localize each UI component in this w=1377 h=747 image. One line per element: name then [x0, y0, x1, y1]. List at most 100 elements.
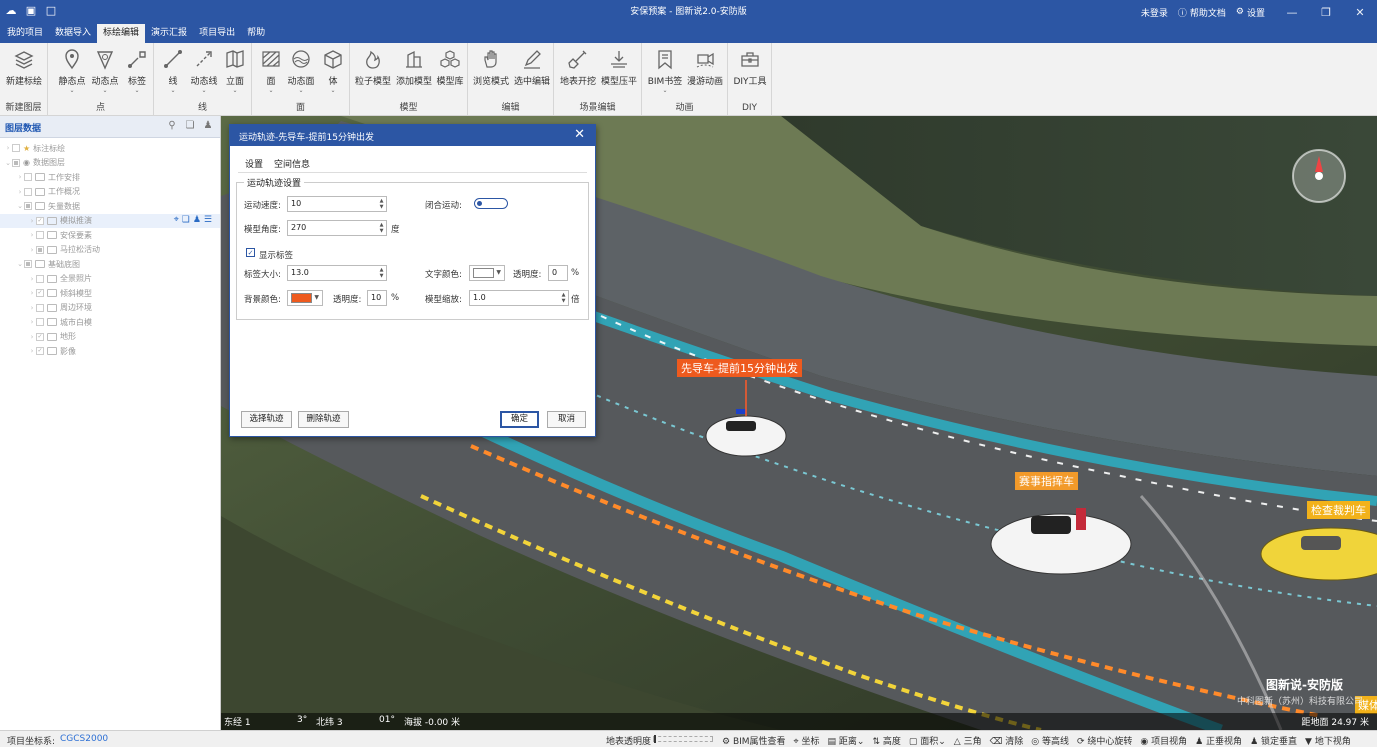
folder-icon	[35, 173, 45, 182]
menu-project-export[interactable]: 项目导出	[193, 24, 241, 43]
close-window-button[interactable]: ✕	[1343, 6, 1377, 19]
user-layer-icon[interactable]: ♟	[193, 215, 201, 225]
layers-icon	[14, 51, 34, 69]
tree-item[interactable]: › ✓ 地形	[0, 330, 220, 345]
show-label-checkbox[interactable]: ✓	[246, 248, 255, 257]
delete-track-button[interactable]: 删除轨迹	[298, 411, 349, 428]
area-tool[interactable]: ▢ 面积⌄	[909, 734, 946, 747]
map-label-inspect-car[interactable]: 检查裁判车	[1307, 501, 1370, 519]
search-icon[interactable]: ⚲	[166, 120, 178, 132]
close-icon[interactable]: ✕	[574, 127, 585, 143]
roam-animation-button[interactable]: 漫游动画	[686, 48, 724, 87]
cancel-button[interactable]: 取消	[547, 411, 586, 428]
minimize-button[interactable]: —	[1275, 6, 1309, 19]
bg-color-picker[interactable]: ▼	[287, 290, 323, 306]
tab-settings[interactable]: 设置	[245, 157, 263, 170]
select-edit-button[interactable]: 选中编辑	[513, 48, 551, 87]
stack-icon[interactable]: ☰	[204, 215, 212, 225]
particle-model-button[interactable]: 粒子模型	[354, 48, 392, 87]
compass[interactable]	[1292, 149, 1346, 203]
triangle-tool[interactable]: △ 三角	[954, 734, 982, 747]
hand-icon	[484, 50, 497, 68]
closed-motion-toggle[interactable]	[474, 198, 508, 209]
menu-plot-edit[interactable]: 标绘编辑	[97, 24, 146, 43]
tree-item[interactable]: › 马拉松活动	[0, 243, 220, 258]
coordinate-tool[interactable]: ⌖ 坐标	[794, 734, 820, 747]
height-tool[interactable]: ⇅ 高度	[872, 734, 900, 747]
tree-item[interactable]: › 工作概况	[0, 185, 220, 200]
facade-button[interactable]: 立面 ⌄	[216, 48, 254, 95]
slider-handle[interactable]	[654, 735, 656, 743]
menu-demo-report[interactable]: 演示汇报	[145, 24, 193, 43]
settings-link[interactable]: ⚙ 设置	[1236, 6, 1265, 19]
particle-model-label: 粒子模型	[354, 77, 391, 87]
speed-input[interactable]: 10 ▲ ▼	[287, 196, 387, 212]
model-angle-input[interactable]: 270 ▲ ▼	[287, 220, 387, 236]
tree-item[interactable]: › ★ 标注标绘	[0, 141, 220, 156]
menu-my-project[interactable]: 我的项目	[1, 24, 49, 43]
user-icon[interactable]: ♟	[202, 120, 214, 132]
bg-opacity-input[interactable]: 10	[367, 290, 387, 306]
spinner-icon[interactable]: ▲ ▼	[378, 222, 385, 234]
rotate-center-tool[interactable]: ⟳ 绕中心旋转	[1077, 734, 1132, 747]
clear-tool[interactable]: ⌫ 清除	[990, 734, 1024, 747]
underground-view-tool[interactable]: ▼ 地下视角	[1305, 734, 1351, 747]
help-doc-link[interactable]: ⓘ 帮助文档	[1178, 6, 1226, 19]
bim-bookmark-button[interactable]: BIM书签 ⌄	[646, 48, 684, 95]
crs-value[interactable]: CGCS2000	[60, 734, 108, 744]
add-layer-icon[interactable]: ❏	[182, 215, 190, 225]
body-button[interactable]: 体 ⌄	[314, 48, 352, 95]
bg-color-swatch	[291, 293, 312, 303]
ok-button[interactable]: 确定	[500, 411, 539, 428]
model-flatten-button[interactable]: 模型压平	[600, 48, 638, 87]
spinner-icon[interactable]: ▲ ▼	[378, 198, 385, 210]
folder-icon	[47, 289, 57, 298]
bim-property-tool[interactable]: ⚙ BIM属性查看	[722, 734, 786, 747]
dynamic-line-icon	[196, 51, 212, 67]
text-color-picker[interactable]: ▼	[469, 265, 505, 281]
new-mark-button[interactable]: 新建标绘	[5, 48, 43, 87]
label-button[interactable]: 标签 ⌄	[118, 48, 156, 95]
map-label-referee-car[interactable]: 赛事指挥车	[1015, 472, 1078, 490]
tree-item[interactable]: ⌄ 基础底图	[0, 257, 220, 272]
select-track-button[interactable]: 选择轨迹	[241, 411, 292, 428]
spinner-icon[interactable]: ▲ ▼	[560, 292, 567, 304]
menu-data-import[interactable]: 数据导入	[49, 24, 97, 43]
model-scale-input[interactable]: 1.0 ▲ ▼	[469, 290, 569, 306]
add-model-button[interactable]: 添加模型	[395, 48, 433, 87]
tree-item-selected[interactable]: › ✓ 模拟推演 ⌖ ❏ ♟ ☰	[0, 213, 220, 228]
diy-tool-button[interactable]: DIY工具	[731, 48, 769, 87]
tree-item[interactable]: ⌄ ◉ 数据图层	[0, 156, 220, 171]
label-size-input[interactable]: 13.0 ▲ ▼	[287, 265, 387, 281]
tree-item[interactable]: › ✓ 影像	[0, 344, 220, 359]
tab-spatial-info[interactable]: 空间信息	[274, 157, 310, 170]
model-library-button[interactable]: 模型库	[431, 48, 469, 87]
chevron-down-icon: ▼	[496, 269, 501, 276]
folder-icon	[47, 318, 57, 327]
project-view-tool[interactable]: ◉ 项目视角	[1140, 734, 1187, 747]
tree-item-label: 城市白模	[60, 317, 92, 327]
text-opacity-input[interactable]: 0	[548, 265, 568, 281]
surface-opacity-slider[interactable]	[653, 735, 713, 743]
tree-item[interactable]: › 安保要素	[0, 228, 220, 243]
map-label-lead-car[interactable]: 先导车-提前15分钟出发	[677, 359, 802, 377]
tree-item[interactable]: › 周边环境	[0, 301, 220, 316]
tree-item[interactable]: ⌄ 矢量数据	[0, 199, 220, 214]
distance-tool[interactable]: ▤ 距离⌄	[828, 734, 865, 747]
tree-item[interactable]: › 工作安排	[0, 170, 220, 185]
menu-help[interactable]: 帮助	[241, 24, 271, 43]
lock-vertical-tool[interactable]: ♟ 锁定垂直	[1250, 734, 1297, 747]
top-view-tool[interactable]: ♟ 正垂视角	[1195, 734, 1242, 747]
tree-item[interactable]: › 全景照片	[0, 272, 220, 287]
add-folder-icon[interactable]: ❏	[184, 120, 196, 132]
spinner-icon[interactable]: ▲ ▼	[378, 267, 385, 279]
login-link[interactable]: 未登录	[1141, 6, 1168, 19]
locate-icon[interactable]: ⌖	[174, 215, 179, 225]
tool-label: 地下视角	[1314, 737, 1351, 747]
tree-item[interactable]: › ✓ 倾斜模型	[0, 286, 220, 301]
contour-tool[interactable]: ◎ 等高线	[1031, 734, 1069, 747]
browse-mode-button[interactable]: 浏览模式	[472, 48, 510, 87]
tree-item[interactable]: › 城市白模	[0, 315, 220, 330]
surface-excavate-button[interactable]: 地表开挖	[559, 48, 597, 87]
maximize-button[interactable]: ❐	[1309, 6, 1343, 19]
